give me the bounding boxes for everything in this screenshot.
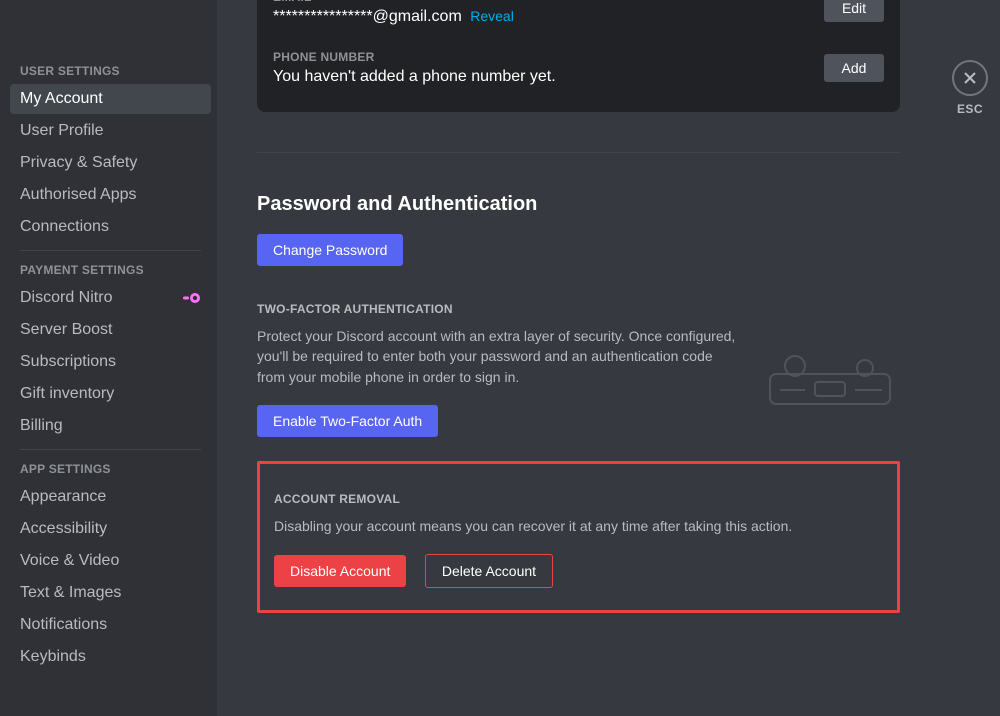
close-column: ESC bbox=[940, 0, 1000, 716]
sidebar-item-label: My Account bbox=[20, 90, 103, 108]
sidebar-item-label: Privacy & Safety bbox=[20, 154, 137, 172]
disable-account-button[interactable]: Disable Account bbox=[274, 555, 406, 587]
sidebar-item-server-boost[interactable]: Server Boost bbox=[10, 315, 211, 345]
sidebar-item-label: Server Boost bbox=[20, 321, 112, 339]
settings-sidebar: USER SETTINGS My Account User Profile Pr… bbox=[0, 0, 217, 716]
email-text: ****************@gmail.com bbox=[273, 8, 462, 25]
email-row: EMAIL ****************@gmail.com Reveal … bbox=[273, 0, 884, 36]
change-password-button[interactable]: Change Password bbox=[257, 234, 403, 266]
sidebar-header-user: USER SETTINGS bbox=[10, 60, 211, 82]
phone-label: PHONE NUMBER bbox=[273, 50, 556, 64]
sidebar-item-authorised-apps[interactable]: Authorised Apps bbox=[10, 180, 211, 210]
sidebar-item-label: Appearance bbox=[20, 488, 106, 506]
sidebar-item-voice-video[interactable]: Voice & Video bbox=[10, 546, 211, 576]
close-icon bbox=[962, 70, 978, 86]
sidebar-item-label: Subscriptions bbox=[20, 353, 116, 371]
sidebar-item-label: Text & Images bbox=[20, 584, 121, 602]
email-label: EMAIL bbox=[273, 0, 514, 4]
twofa-row: Protect your Discord account with an ext… bbox=[257, 326, 900, 437]
nitro-badge-icon bbox=[183, 292, 201, 304]
sidebar-item-label: Notifications bbox=[20, 616, 107, 634]
reveal-email-link[interactable]: Reveal bbox=[470, 8, 514, 24]
sidebar-item-discord-nitro[interactable]: Discord Nitro bbox=[10, 283, 211, 313]
sidebar-separator bbox=[20, 449, 201, 450]
edit-email-button[interactable]: Edit bbox=[824, 0, 884, 22]
delete-account-button[interactable]: Delete Account bbox=[425, 554, 553, 588]
sidebar-item-subscriptions[interactable]: Subscriptions bbox=[10, 347, 211, 377]
sidebar-item-user-profile[interactable]: User Profile bbox=[10, 116, 211, 146]
close-settings-button[interactable] bbox=[952, 60, 988, 96]
twofa-illustration bbox=[760, 346, 900, 416]
sidebar-item-keybinds[interactable]: Keybinds bbox=[10, 642, 211, 672]
sidebar-header-payment: PAYMENT SETTINGS bbox=[10, 259, 211, 281]
sidebar-item-label: Keybinds bbox=[20, 648, 86, 666]
phone-row: PHONE NUMBER You haven't added a phone n… bbox=[273, 36, 884, 96]
sidebar-item-privacy-safety[interactable]: Privacy & Safety bbox=[10, 148, 211, 178]
section-divider bbox=[257, 152, 900, 153]
esc-label: ESC bbox=[957, 102, 983, 116]
sidebar-item-label: Connections bbox=[20, 218, 109, 236]
sidebar-item-text-images[interactable]: Text & Images bbox=[10, 578, 211, 608]
sidebar-item-my-account[interactable]: My Account bbox=[10, 84, 211, 114]
settings-content: EMAIL ****************@gmail.com Reveal … bbox=[217, 0, 940, 716]
password-auth-title: Password and Authentication bbox=[257, 193, 900, 216]
twofa-description: Protect your Discord account with an ext… bbox=[257, 326, 740, 387]
sidebar-item-label: Billing bbox=[20, 417, 63, 435]
twofa-header: TWO-FACTOR AUTHENTICATION bbox=[257, 302, 900, 316]
sidebar-separator bbox=[20, 250, 201, 251]
sidebar-item-billing[interactable]: Billing bbox=[10, 411, 211, 441]
account-info-card: EMAIL ****************@gmail.com Reveal … bbox=[257, 0, 900, 112]
sidebar-item-label: Voice & Video bbox=[20, 552, 119, 570]
sidebar-item-label: Discord Nitro bbox=[20, 289, 112, 307]
sidebar-item-accessibility[interactable]: Accessibility bbox=[10, 514, 211, 544]
enable-twofa-button[interactable]: Enable Two-Factor Auth bbox=[257, 405, 438, 437]
add-phone-button[interactable]: Add bbox=[824, 54, 884, 82]
phone-value: You haven't added a phone number yet. bbox=[273, 68, 556, 86]
email-value: ****************@gmail.com Reveal bbox=[273, 8, 514, 26]
sidebar-item-connections[interactable]: Connections bbox=[10, 212, 211, 242]
sidebar-item-label: Gift inventory bbox=[20, 385, 114, 403]
sidebar-item-label: Authorised Apps bbox=[20, 186, 137, 204]
account-removal-description: Disabling your account means you can rec… bbox=[274, 516, 883, 536]
sidebar-header-app: APP SETTINGS bbox=[10, 458, 211, 480]
sidebar-item-label: User Profile bbox=[20, 122, 104, 140]
sidebar-item-notifications[interactable]: Notifications bbox=[10, 610, 211, 640]
sidebar-item-label: Accessibility bbox=[20, 520, 107, 538]
account-removal-header: ACCOUNT REMOVAL bbox=[274, 492, 883, 506]
sidebar-item-appearance[interactable]: Appearance bbox=[10, 482, 211, 512]
sidebar-item-gift-inventory[interactable]: Gift inventory bbox=[10, 379, 211, 409]
account-removal-section: ACCOUNT REMOVAL Disabling your account m… bbox=[257, 461, 900, 613]
